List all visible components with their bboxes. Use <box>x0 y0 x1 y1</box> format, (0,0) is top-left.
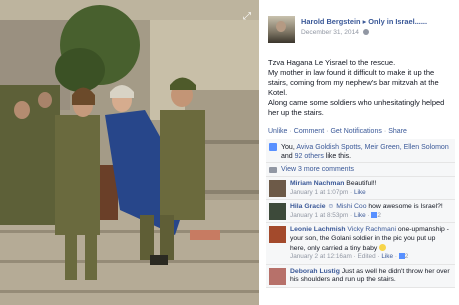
likes-suffix: like this. <box>325 153 352 160</box>
group-name[interactable]: Only in Israel...... <box>368 17 427 26</box>
comment-link[interactable]: Comment <box>294 128 324 135</box>
comment-mention-name[interactable]: Mishi Coo <box>336 203 366 210</box>
comment-item: Leonie Lachmish Vicky Rachmani one-upman… <box>266 223 455 265</box>
commenter-name[interactable]: Hila Gracie <box>290 203 326 210</box>
post-details-panel: Harold Bergstein ▸ Only in Israel...... De… <box>259 0 459 305</box>
expand-icon[interactable]: ⤢ <box>243 12 253 22</box>
person-icon: ☺ <box>327 203 335 211</box>
post-text-line: Tzva Hagana Le Yisrael to the rescue. <box>268 58 396 67</box>
commenter-avatar[interactable] <box>269 226 286 244</box>
likes-and: and <box>281 153 293 160</box>
commenter-name[interactable]: Miriam Nachman <box>290 180 344 187</box>
get-notifications-link[interactable]: Get Notifications <box>330 128 381 135</box>
commenter-avatar[interactable] <box>269 203 286 221</box>
commenter-avatar[interactable] <box>269 267 286 285</box>
comment-time[interactable]: January 2 at 12:16am <box>290 253 352 260</box>
smile-emoticon-icon <box>379 243 387 251</box>
comment-item: Hila Gracie ☺ Mishi Coo how awesome is I… <box>266 200 455 224</box>
author-line: Harold Bergstein ▸ Only in Israel...... <box>301 17 427 26</box>
post-date[interactable]: December 31, 2014 <box>301 29 359 36</box>
comment-mention[interactable]: Vicky Rachmani <box>347 226 396 233</box>
unlike-link[interactable]: Unlike <box>268 128 287 135</box>
comment-bubble-icon <box>269 167 277 173</box>
commenter-avatar[interactable] <box>269 180 286 197</box>
comment-time[interactable]: January 1 at 8:53pm <box>290 212 348 219</box>
post-actions: Unlike · Comment · Get Notifications · Share <box>268 128 407 135</box>
comment-meta: January 1 at 8:53pm · Like · 2 <box>290 211 381 219</box>
post-meta: December 31, 2014 <box>301 29 369 36</box>
comment-text: Beautiful!! <box>346 180 377 187</box>
comment-like-count[interactable]: 2 <box>405 253 409 260</box>
feedback-section: You, Aviva Goldish Spotts, Meir Green, E… <box>266 139 455 288</box>
likes-summary: You, Aviva Goldish Spotts, Meir Green, E… <box>266 139 455 163</box>
comment-edited[interactable]: Edited <box>358 253 376 260</box>
arrow-right-icon: ▸ <box>362 17 367 26</box>
comment-like-count[interactable]: 2 <box>377 212 381 219</box>
comment-like-link[interactable]: Like <box>354 189 366 196</box>
post-text: Tzva Hagana Le Yisrael to the rescue. My… <box>268 58 453 118</box>
like-icon <box>269 143 277 151</box>
comment-like-link[interactable]: Like <box>354 212 366 219</box>
post-header: Harold Bergstein ▸ Only in Israel...... De… <box>268 12 454 48</box>
likes-prefix: You, <box>281 144 295 151</box>
comment-meta: January 2 at 12:16am · Edited · Like · 2 <box>290 253 409 261</box>
comment-like-link[interactable]: Like <box>381 253 393 260</box>
likers-others-link[interactable]: 92 others <box>295 153 324 160</box>
view-more-comments-label[interactable]: View 3 more comments <box>281 166 354 173</box>
comment-item: Deborah Lustig Just as well he didn't th… <box>266 265 455 288</box>
comment-meta: January 1 at 1:07pm · Like <box>290 188 366 196</box>
comment-time[interactable]: January 1 at 1:07pm <box>290 189 348 196</box>
post-text-line: Along came some soldiers who unhesitatin… <box>268 98 445 117</box>
comment-text: how awesome is Israel?! <box>368 203 443 211</box>
author-avatar[interactable] <box>268 16 295 43</box>
photo-image <box>0 0 259 305</box>
globe-icon <box>362 29 369 35</box>
share-link[interactable]: Share <box>388 128 407 135</box>
author-name[interactable]: Harold Bergstein <box>301 17 361 26</box>
view-more-comments[interactable]: View 3 more comments <box>266 163 455 177</box>
comment-mention[interactable]: ☺ Mishi Coo <box>327 203 366 210</box>
comment-item: Miriam Nachman Beautiful!! January 1 at … <box>266 177 455 201</box>
commenter-name[interactable]: Deborah Lustig <box>290 268 340 275</box>
commenter-name[interactable]: Leonie Lachmish <box>290 226 346 233</box>
post-photo[interactable]: ⤢ <box>0 0 259 305</box>
likers-names-link[interactable]: Aviva Goldish Spotts, Meir Green, Ellen … <box>296 144 448 151</box>
post-text-line: My mother in law found it difficult to m… <box>268 68 439 97</box>
